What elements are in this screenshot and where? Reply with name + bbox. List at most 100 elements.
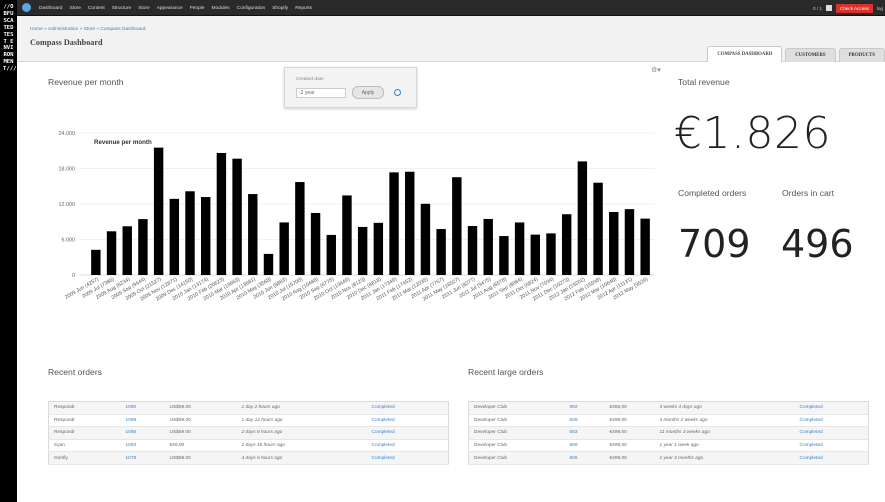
chart-bar[interactable] bbox=[577, 161, 588, 275]
chart-bar[interactable] bbox=[405, 171, 415, 275]
chart-bar[interactable] bbox=[216, 152, 227, 275]
chart-bar[interactable] bbox=[201, 197, 211, 275]
chart-bar[interactable] bbox=[326, 234, 336, 275]
chart-bar[interactable] bbox=[310, 212, 321, 275]
chart-bar[interactable] bbox=[452, 177, 462, 275]
chart-bar[interactable] bbox=[546, 233, 556, 275]
breadcrumb[interactable]: Home » Administration » Store » Compass … bbox=[30, 27, 145, 32]
calendar-icon[interactable] bbox=[826, 5, 832, 11]
chart-bar[interactable] bbox=[185, 191, 195, 275]
apply-button[interactable]: Apply bbox=[352, 86, 384, 99]
chart-bars bbox=[91, 147, 650, 275]
menu-item-store-2[interactable]: Store bbox=[138, 6, 149, 11]
home-icon[interactable] bbox=[22, 3, 31, 12]
menu-item-store[interactable]: Store bbox=[69, 6, 80, 11]
menu-item-structure[interactable]: Structure bbox=[112, 6, 131, 11]
chart-bar[interactable] bbox=[436, 229, 446, 275]
info-icon[interactable] bbox=[394, 89, 401, 96]
chart-bar[interactable] bbox=[561, 214, 572, 275]
chart-bar[interactable] bbox=[420, 203, 431, 275]
order-id-link[interactable]: 669 bbox=[564, 439, 605, 453]
order-status-link[interactable]: Completed bbox=[794, 426, 869, 440]
order-time: 11 months 3 weeks ago bbox=[654, 426, 795, 440]
menu-item-people[interactable]: People bbox=[190, 6, 205, 11]
chart-bar[interactable] bbox=[467, 226, 478, 275]
created-date-input[interactable]: -2 year bbox=[296, 88, 346, 98]
order-id-link[interactable]: 1086 bbox=[120, 426, 165, 440]
chart-bar[interactable] bbox=[342, 195, 352, 275]
chart-bar[interactable] bbox=[389, 172, 399, 275]
admin-toolbar: Dashboard Store Content Structure Store … bbox=[17, 0, 885, 16]
large-order-row: Developer Club 669 €499,00 1 year 1 week ag… bbox=[468, 439, 869, 453]
chart-y-tick-label: 24.000 bbox=[59, 131, 76, 137]
chart-bar[interactable] bbox=[106, 231, 117, 275]
customer-name: Genfly bbox=[48, 451, 121, 465]
order-total: US$59.00 bbox=[164, 414, 237, 428]
toolbar-user-area: 0 / 1 Check Access log bbox=[813, 0, 885, 16]
chart-bar[interactable] bbox=[530, 234, 540, 275]
chart-bar[interactable] bbox=[373, 222, 384, 275]
chart-bar[interactable] bbox=[138, 219, 148, 275]
page-title: Compass Dashboard bbox=[30, 38, 103, 47]
chart-bar[interactable] bbox=[499, 236, 509, 275]
chart-bar[interactable] bbox=[593, 182, 603, 275]
chart-bar[interactable] bbox=[91, 249, 101, 275]
menu-item-appearance[interactable]: Appearance bbox=[157, 6, 183, 11]
order-time: 1 day 2 hours ago bbox=[236, 401, 367, 415]
customer-name: Developer Club bbox=[468, 439, 565, 453]
tab-customers[interactable]: CUSTOMERS bbox=[785, 48, 836, 62]
chart-bar[interactable] bbox=[624, 209, 635, 275]
customer-name: Respondr bbox=[48, 426, 121, 440]
chart-bar[interactable] bbox=[263, 253, 274, 275]
order-status-link[interactable]: Completed bbox=[794, 401, 869, 415]
menu-item-content[interactable]: Content bbox=[88, 6, 105, 11]
menu-item-reports[interactable]: Reports bbox=[295, 6, 312, 11]
order-status-link[interactable]: Completed bbox=[366, 439, 449, 453]
customer-name: Respondr bbox=[48, 414, 121, 428]
chart-bar[interactable] bbox=[279, 222, 289, 275]
order-total: €499,00 bbox=[604, 414, 655, 428]
order-status-link[interactable]: Completed bbox=[366, 414, 449, 428]
order-id-link[interactable]: 1090 bbox=[120, 401, 165, 415]
order-status-link[interactable]: Completed bbox=[366, 451, 449, 465]
user-account-button[interactable]: Check Access bbox=[836, 3, 873, 13]
chart-bar[interactable] bbox=[169, 198, 180, 275]
order-status-link[interactable]: Completed bbox=[794, 439, 869, 453]
chart-bar[interactable] bbox=[609, 211, 619, 275]
order-total: €499,00 bbox=[604, 451, 655, 465]
menu-item-dashboard[interactable]: Dashboard bbox=[39, 6, 62, 11]
order-id-link[interactable]: 992 bbox=[564, 401, 605, 415]
chart-bar[interactable] bbox=[483, 218, 493, 275]
gear-icon[interactable]: ⚙▾ bbox=[651, 66, 661, 74]
dashboard-page: //OBFUSCATED TEST ENVIRONMENT/// Dashboa… bbox=[0, 0, 885, 502]
order-id-link[interactable]: 1089 bbox=[120, 414, 165, 428]
order-id-link[interactable]: 683 bbox=[564, 426, 605, 440]
order-id-link[interactable]: 1078 bbox=[120, 451, 165, 465]
chart-bar[interactable] bbox=[295, 182, 305, 275]
logout-link[interactable]: log bbox=[877, 6, 885, 11]
orders-in-cart-value: 496 bbox=[781, 222, 854, 266]
menu-item-shopify[interactable]: Shopify bbox=[272, 6, 288, 11]
order-id-link[interactable]: 1083 bbox=[120, 439, 165, 453]
order-status-link[interactable]: Completed bbox=[794, 451, 869, 465]
chart-bar[interactable] bbox=[248, 194, 258, 275]
order-status-link[interactable]: Completed bbox=[366, 401, 449, 415]
chart-bar[interactable] bbox=[153, 147, 164, 275]
order-total: €499,00 bbox=[604, 439, 655, 453]
chart-bar[interactable] bbox=[122, 226, 132, 275]
chart-bar[interactable] bbox=[357, 226, 368, 275]
chart-bar[interactable] bbox=[232, 158, 242, 275]
customer-name: Developer Club bbox=[468, 426, 565, 440]
order-status-link[interactable]: Completed bbox=[794, 414, 869, 428]
menu-item-configuration[interactable]: Configuration bbox=[237, 6, 266, 11]
recent-large-orders-table: Developer Club 992 €369,00 3 weeks 4 days a… bbox=[468, 401, 869, 465]
chart-bar[interactable] bbox=[514, 222, 525, 275]
order-status-link[interactable]: Completed bbox=[366, 426, 449, 440]
tab-compass-dashboard[interactable]: COMPASS DASHBOARD bbox=[707, 46, 783, 62]
chart-bar[interactable] bbox=[640, 218, 650, 275]
order-id-link[interactable]: 839 bbox=[564, 414, 605, 428]
order-total: €49,00 bbox=[164, 439, 237, 453]
tab-products[interactable]: PRODUCTS bbox=[838, 48, 885, 62]
menu-item-modules[interactable]: Modules bbox=[212, 6, 230, 11]
order-id-link[interactable]: 606 bbox=[564, 451, 605, 465]
